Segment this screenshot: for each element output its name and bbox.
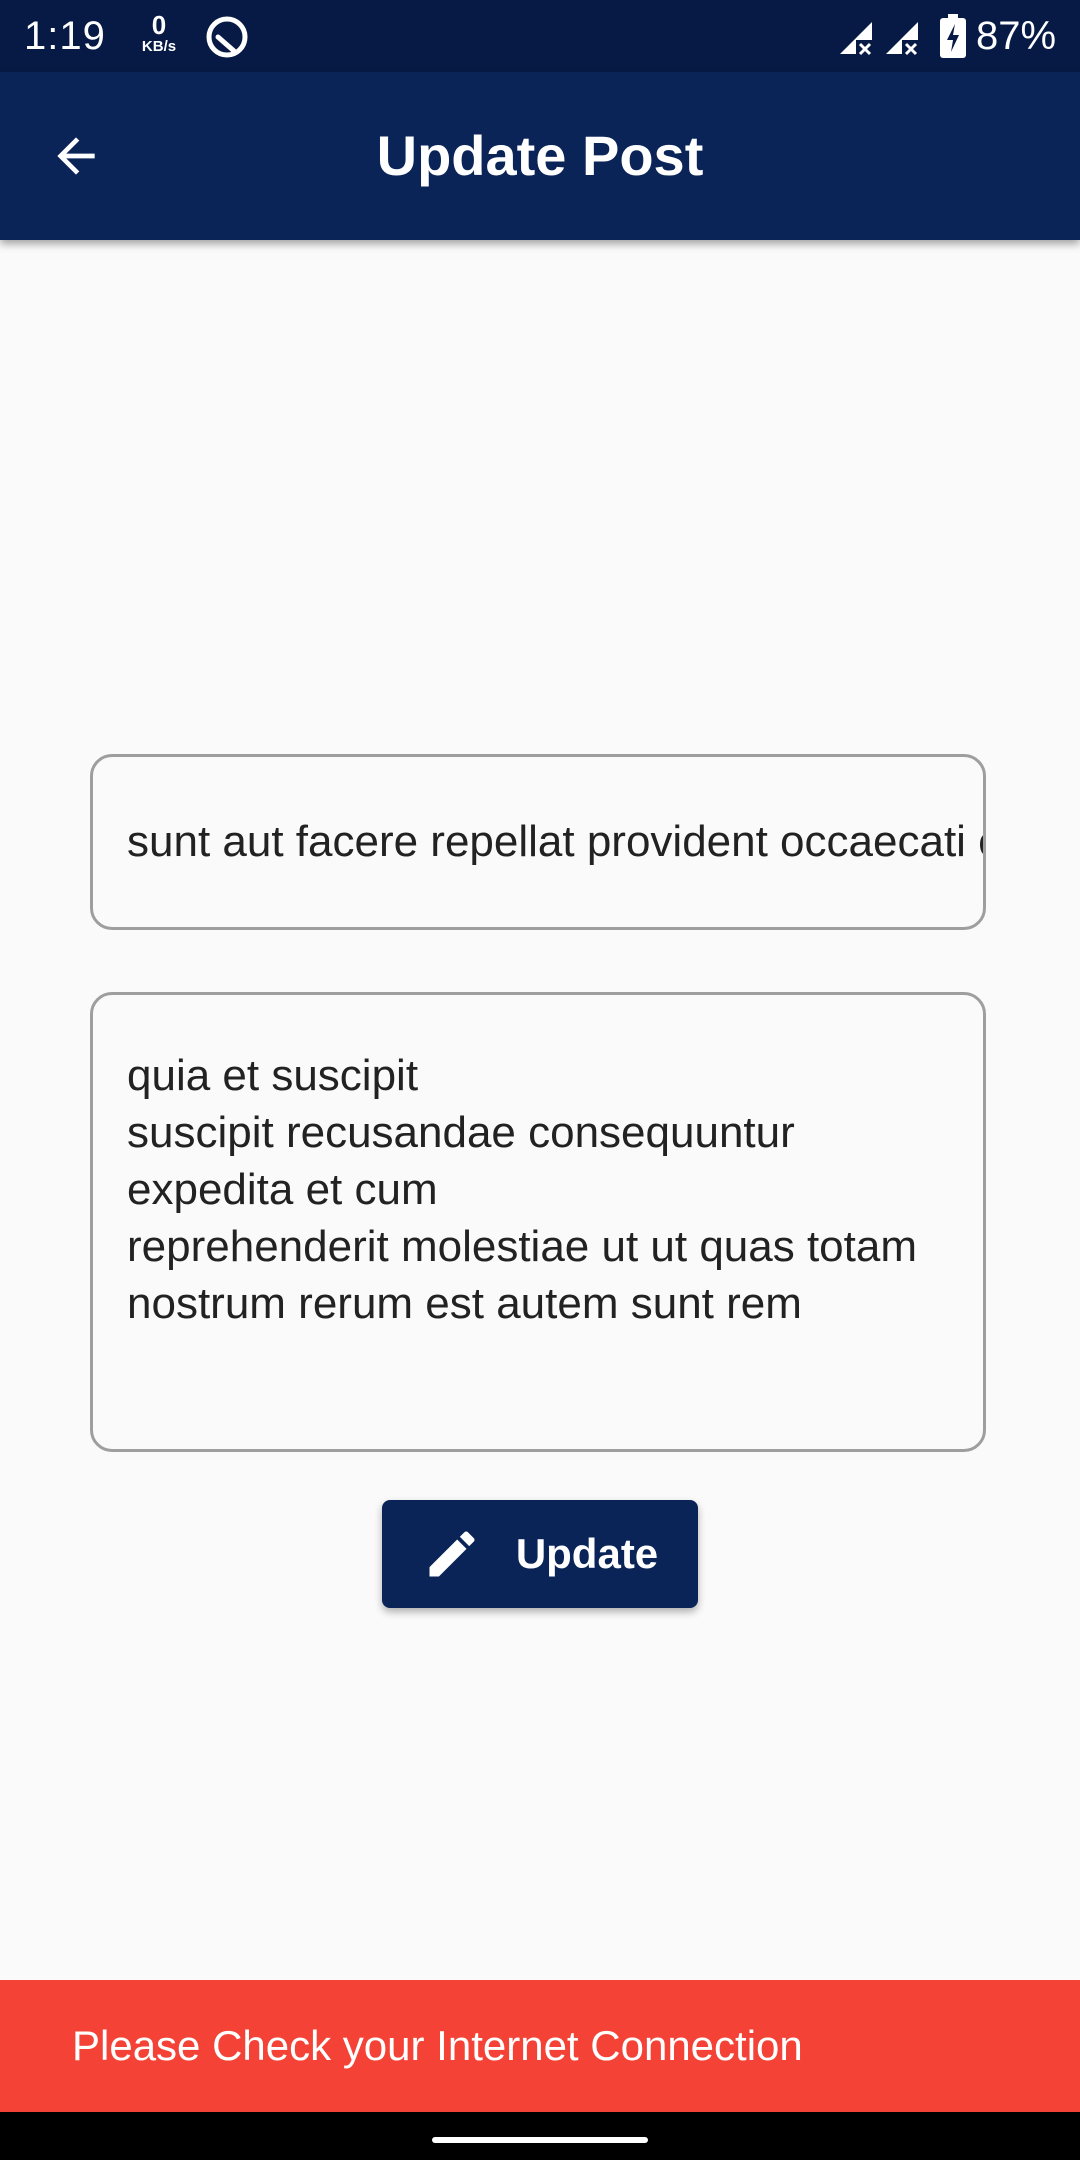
home-gesture-handle[interactable] xyxy=(432,2137,648,2143)
battery-charging-icon xyxy=(940,14,966,58)
signal-x-icon xyxy=(886,22,920,58)
status-time: 1:19 xyxy=(24,14,106,58)
snackbar: Please Check your Internet Connection xyxy=(0,1980,1080,2112)
status-bar: 1:19 0 KB/s 87% xyxy=(0,0,1080,72)
screen: 1:19 0 KB/s 87% Update Post sunt aut fac… xyxy=(0,0,1080,2160)
network-speed: 0 KB/s xyxy=(134,12,184,54)
back-button[interactable] xyxy=(36,116,116,196)
network-speed-unit: KB/s xyxy=(141,38,177,55)
page-title: Update Post xyxy=(376,124,704,187)
q-app-icon xyxy=(206,16,248,58)
navigation-bar xyxy=(0,2112,1080,2160)
title-input[interactable]: sunt aut facere repellat provident occae… xyxy=(90,754,986,930)
signal-x-icon xyxy=(840,22,874,58)
pencil-icon xyxy=(429,1531,475,1577)
update-button[interactable]: Update xyxy=(382,1500,698,1608)
body-textarea[interactable]: quia et suscipit suscipit recusandae con… xyxy=(90,992,986,1452)
update-button-label: Update xyxy=(515,1530,659,1577)
snackbar-message: Please Check your Internet Connection xyxy=(72,2022,803,2069)
battery-percent: 87% xyxy=(976,14,1057,58)
network-speed-value: 0 xyxy=(151,10,167,40)
app-bar: Update Post xyxy=(0,72,1080,240)
arrow-back-icon xyxy=(57,137,95,175)
